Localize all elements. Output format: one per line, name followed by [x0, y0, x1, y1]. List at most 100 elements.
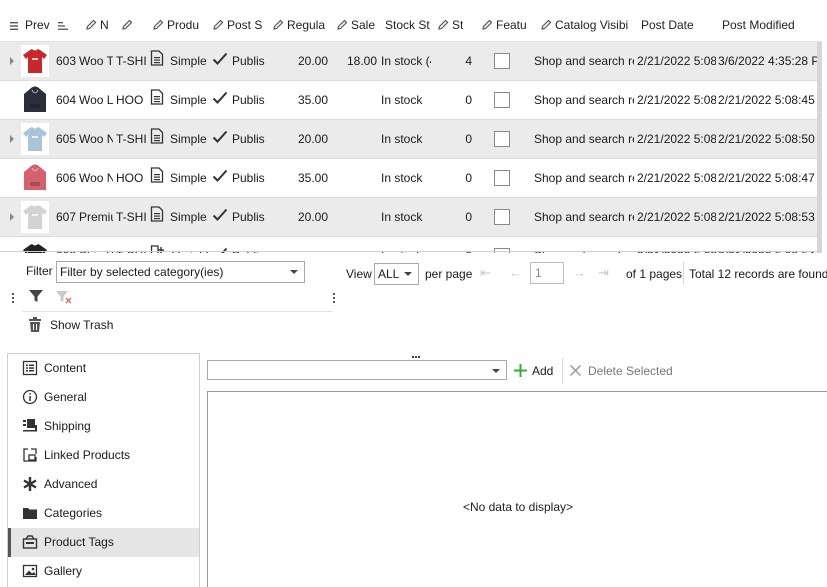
table-row[interactable]: 605 Woo N T-SHI Simple Publis 20.00 In stock 0 S… — [0, 120, 822, 159]
cell-status[interactable]: Publis — [212, 198, 266, 236]
cell-type[interactable]: Simple — [150, 198, 208, 236]
grid-vertical-scrollbar[interactable] — [817, 42, 822, 253]
cell-regular-price[interactable]: 20.00 — [272, 42, 328, 80]
cell-regular-price[interactable]: 35.00 — [272, 81, 328, 119]
cell-type[interactable]: Simple — [150, 120, 208, 158]
cell-post-modified[interactable]: 3/6/2022 4:35:28 PM — [718, 42, 818, 80]
featured-checkbox[interactable] — [494, 53, 510, 69]
cell-stock-qty[interactable]: 0 — [440, 198, 472, 236]
column-header[interactable]: Stock St — [385, 9, 430, 42]
cell-name[interactable]: Woo T — [79, 42, 113, 80]
product-tags-grid[interactable]: <No data to display> — [207, 391, 827, 587]
featured-checkbox[interactable] — [494, 170, 510, 186]
cell-stock-status[interactable]: In stock — [381, 120, 431, 158]
cell-sale-price[interactable] — [332, 81, 377, 119]
category-filter-select[interactable]: Filter by selected category(ies) — [56, 261, 305, 283]
cell-stock-qty[interactable]: 0 — [440, 159, 472, 197]
cell-type[interactable]: Simple — [150, 81, 208, 119]
column-header[interactable]: Post Modified — [722, 9, 795, 42]
show-trash-button[interactable]: Show Trash — [22, 311, 332, 339]
cell-stock-qty[interactable]: 0 — [440, 81, 472, 119]
cell-post-modified[interactable]: 2/21/2022 5:08:53 PI — [718, 198, 818, 236]
table-row[interactable]: 607PremiuT-SHI Simple Publis 20.00 In stock0… — [0, 198, 822, 237]
cell-id[interactable]: 605 — [56, 120, 76, 158]
cell-regular-price[interactable]: 20.00 — [272, 198, 328, 236]
cell-name[interactable]: Premiu — [79, 198, 113, 236]
featured-checkbox[interactable] — [494, 92, 510, 108]
expand-row-icon[interactable] — [10, 57, 14, 65]
cell-category[interactable]: T-SHI — [116, 198, 146, 236]
cell-post-modified[interactable]: 2/21/2022 5:08:47 PI — [718, 159, 818, 197]
cell-name[interactable]: Woo N — [79, 159, 113, 197]
column-header[interactable]: St — [437, 9, 463, 42]
column-header[interactable] — [58, 9, 73, 42]
cell-category[interactable]: T-SHI — [116, 120, 146, 158]
panel-splitter[interactable] — [412, 347, 421, 361]
featured-checkbox[interactable] — [494, 209, 510, 225]
cell-visibility[interactable]: Shop and search re — [534, 198, 634, 236]
cell-regular-price[interactable]: 35.00 — [272, 159, 328, 197]
cell-sale-price[interactable] — [332, 120, 377, 158]
table-row[interactable]: 604 Woo L HOO Simple Publis 35.00 In stock 0 Sho… — [0, 81, 822, 120]
column-header[interactable]: Catalog Visibi — [540, 9, 628, 42]
nav-item-content[interactable]: Content — [8, 354, 199, 383]
delete-selected-button[interactable]: Delete Selected — [569, 361, 673, 381]
table-row[interactable]: 606 Woo N HOO Simple Publis 35.00 In stock 0 Sho… — [0, 159, 822, 198]
cell-category[interactable]: HOO — [116, 159, 146, 197]
first-page-icon[interactable]: ⇤ — [480, 266, 491, 280]
cell-post-date[interactable]: 2/21/2022 5:08: — [637, 81, 716, 119]
column-header[interactable]: Sale — [336, 9, 375, 42]
next-page-icon[interactable]: → — [573, 266, 586, 280]
featured-checkbox[interactable] — [494, 131, 510, 147]
view-count-select[interactable]: ALL — [374, 263, 419, 285]
clear-filter-icon[interactable] — [55, 289, 73, 308]
cell-status[interactable]: Publis — [212, 120, 266, 158]
column-header[interactable] — [121, 9, 136, 42]
cell-id[interactable]: 603 — [56, 42, 76, 80]
cell-id[interactable]: 607 — [56, 198, 76, 236]
table-row[interactable]: 603 Woo T T-SHI Simple Publis 20.00 18.00 In st… — [0, 42, 822, 81]
cell-post-date[interactable]: 2/21/2022 5:08: — [637, 198, 716, 236]
cell-sale-price[interactable] — [332, 159, 377, 197]
cell-visibility[interactable]: Shop and search re — [534, 42, 634, 80]
cell-post-date[interactable]: 2/21/2022 5:08: — [637, 120, 716, 158]
last-page-icon[interactable]: ⇥ — [598, 266, 609, 280]
cell-post-modified[interactable]: 2/21/2022 5:08:45 PI — [718, 81, 818, 119]
nav-item-linked-products[interactable]: Linked Products — [8, 441, 199, 470]
prev-page-icon[interactable]: ← — [509, 266, 522, 280]
cell-post-date[interactable]: 2/21/2022 5:08: — [637, 42, 716, 80]
cell-category[interactable]: T-SHI — [116, 42, 146, 80]
cell-post-modified[interactable]: 2/21/2022 5:08:50 PI — [718, 120, 818, 158]
cell-stock-status[interactable]: In stock — [381, 159, 431, 197]
filter-funnel-icon[interactable] — [27, 287, 45, 308]
cell-stock-qty[interactable]: 0 — [440, 120, 472, 158]
cell-id[interactable]: 604 — [56, 81, 76, 119]
cell-id[interactable]: 606 — [56, 159, 76, 197]
cell-stock-status[interactable]: In stock — [381, 81, 431, 119]
column-header[interactable]: Post Date — [641, 9, 694, 42]
column-header[interactable]: Featu — [481, 9, 527, 42]
nav-item-product-tags[interactable]: Product Tags — [8, 528, 199, 557]
product-tag-select[interactable] — [207, 360, 507, 380]
cell-sale-price[interactable]: 18.00 — [332, 42, 377, 80]
cell-visibility[interactable]: Shop and search re — [534, 81, 634, 119]
cell-stock-status[interactable]: In stock (4 — [381, 42, 431, 80]
nav-item-advanced[interactable]: Advanced — [8, 470, 199, 499]
cell-post-date[interactable]: 2/21/2022 5:08: — [637, 159, 716, 197]
cell-type[interactable]: Simple — [150, 159, 208, 197]
cell-category[interactable]: HOO — [116, 81, 146, 119]
cell-stock-qty[interactable]: 4 — [440, 42, 472, 80]
cell-sale-price[interactable] — [332, 198, 377, 236]
expand-row-icon[interactable] — [10, 213, 14, 221]
products-grid[interactable]: Prev N Produ Post S Regula Sale Stock St St Feat… — [0, 9, 822, 253]
cell-name[interactable]: Woo N — [79, 120, 113, 158]
nav-item-shipping[interactable]: Shipping — [8, 412, 199, 441]
cell-status[interactable]: Publis — [212, 42, 266, 80]
nav-item-general[interactable]: General — [8, 383, 199, 412]
cell-status[interactable]: Publis — [212, 81, 266, 119]
column-header[interactable]: Produ — [152, 9, 199, 42]
page-number-input[interactable]: 1 — [530, 262, 564, 284]
cell-name[interactable]: Woo L — [79, 81, 113, 119]
nav-item-gallery[interactable]: Gallery — [8, 557, 199, 586]
cell-stock-status[interactable]: In stock — [381, 198, 431, 236]
